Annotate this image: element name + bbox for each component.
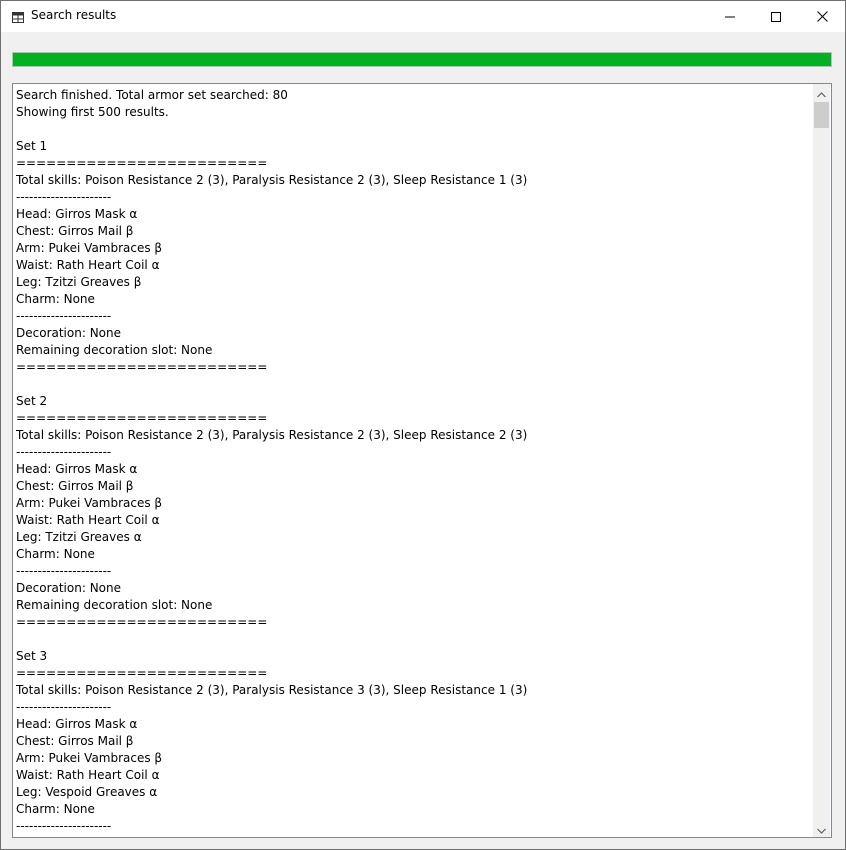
scroll-up-button[interactable] [813,84,830,101]
vertical-scrollbar[interactable] [813,84,830,837]
minimize-icon [725,7,735,26]
result-line: Search finished. Total armor set searche… [16,88,288,102]
result-line: ---------------------- [16,445,112,459]
result-line: Arm: Pukei Vambraces β [16,241,163,255]
result-line: Remaining decoration slot: None [16,598,213,612]
result-line: Total skills: Poison Resistance 2 (3), P… [16,428,528,442]
result-line: ========================= [16,666,268,680]
result-line: Head: Girros Mask α [16,462,138,476]
result-line: Chest: Girros Mail β [16,224,134,238]
result-line: Charm: None [16,547,95,561]
maximize-icon [771,7,781,26]
results-text[interactable]: Search finished. Total armor set searche… [16,87,808,835]
result-line: Arm: Pukei Vambraces β [16,751,163,765]
result-line: ========================= [16,411,268,425]
window-title: Search results [31,8,117,22]
result-line: ---------------------- [16,819,112,833]
result-line: Charm: None [16,802,95,816]
result-line: Total skills: Poison Resistance 2 (3), P… [16,683,528,697]
result-line: ---------------------- [16,309,112,323]
progress-fill [13,53,831,66]
result-line: Arm: Pukei Vambraces β [16,496,163,510]
result-line: ========================= [16,360,268,374]
result-line: Decoration: None [16,326,121,340]
result-line: ---------------------- [16,700,112,714]
scroll-thumb[interactable] [814,102,829,128]
result-line: Waist: Rath Heart Coil α [16,768,160,782]
close-icon [816,7,828,26]
result-line: Waist: Rath Heart Coil α [16,513,160,527]
result-line: Waist: Rath Heart Coil α [16,258,160,272]
result-line: Set 3 [16,649,48,663]
result-line: Showing first 500 results. [16,105,169,119]
result-line: Total skills: Poison Resistance 2 (3), P… [16,173,528,187]
chevron-up-icon [817,84,826,102]
maximize-button[interactable] [753,1,799,32]
result-line: ========================= [16,615,268,629]
search-progress-bar [12,52,832,67]
result-line: ========================= [16,156,268,170]
result-line [16,121,808,138]
result-line: ---------------------- [16,190,112,204]
result-line: Decoration: None [16,581,121,595]
result-line: Head: Girros Mask α [16,207,138,221]
scroll-down-button[interactable] [813,820,830,837]
result-line [16,376,808,393]
minimize-button[interactable] [707,1,753,32]
result-line: Leg: Vespoid Greaves α [16,785,158,799]
result-line: Remaining decoration slot: None [16,343,213,357]
result-line: Charm: None [16,292,95,306]
result-line: Set 1 [16,139,48,153]
title-bar[interactable]: Search results [1,1,845,32]
result-line: Chest: Girros Mail β [16,734,134,748]
result-line [16,631,808,648]
result-line: Leg: Tzitzi Greaves β [16,275,142,289]
table-icon [11,9,25,23]
search-results-window: Search results Search finished. Total ar… [0,0,846,850]
results-textbox[interactable]: Search finished. Total armor set searche… [12,83,832,838]
result-line: Chest: Girros Mail β [16,479,134,493]
result-line: Set 2 [16,394,48,408]
chevron-down-icon [817,819,826,837]
result-line: Leg: Tzitzi Greaves α [16,530,142,544]
result-line: ---------------------- [16,564,112,578]
close-button[interactable] [799,1,845,32]
result-line: Head: Girros Mask α [16,717,138,731]
